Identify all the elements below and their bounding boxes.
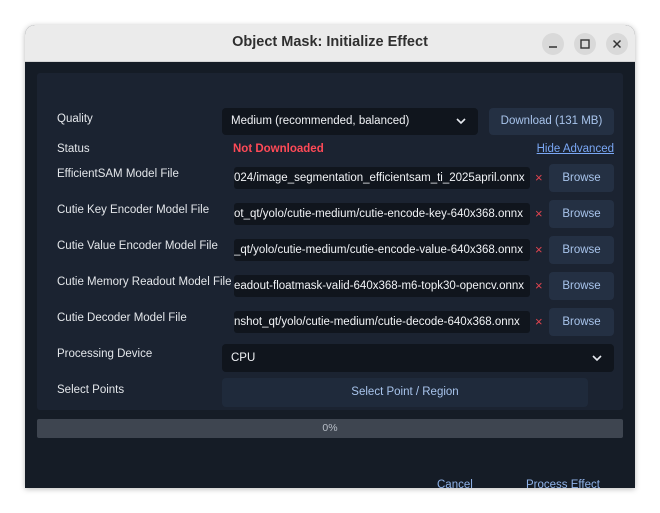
processing-device-selected-value: CPU [231,352,256,364]
chevron-down-icon [456,118,466,125]
value-encoder-clear-icon[interactable]: × [535,242,543,257]
key-encoder-label: Cutie Key Encoder Model File [57,204,210,216]
status-label: Status [57,143,90,155]
hide-advanced-link[interactable]: Hide Advanced [537,143,614,155]
decoder-path-field[interactable]: nshot_qt/yolo/cutie-medium/cutie-decode-… [234,311,530,333]
decoder-browse-button[interactable]: Browse [549,308,614,336]
progress-text: 0% [322,422,338,434]
close-button[interactable] [606,33,628,55]
download-button[interactable]: Download (131 MB) [489,108,614,135]
maximize-button[interactable] [574,33,596,55]
close-icon [612,39,622,49]
efficientsam-clear-icon[interactable]: × [535,170,543,185]
quality-select[interactable]: Medium (recommended, balanced) [222,108,478,135]
status-value: Not Downloaded [233,143,324,155]
select-point-region-button[interactable]: Select Point / Region [222,378,588,407]
dialog-content: Quality Medium (recommended, balanced) D… [25,62,635,488]
memory-readout-browse-button[interactable]: Browse [549,272,614,300]
value-encoder-browse-button[interactable]: Browse [549,236,614,264]
cancel-button[interactable]: Cancel [437,479,473,488]
efficientsam-browse-button[interactable]: Browse [549,164,614,192]
maximize-icon [580,39,590,49]
value-encoder-path-field[interactable]: _qt/yolo/cutie-medium/cutie-encode-value… [234,239,530,261]
quality-label: Quality [57,113,93,125]
memory-readout-path-field[interactable]: eadout-floatmask-valid-640x368-m6-topk30… [234,275,530,297]
title-bar: Object Mask: Initialize Effect [25,25,635,62]
settings-panel: Quality Medium (recommended, balanced) D… [37,73,623,410]
processing-device-select[interactable]: CPU [222,344,614,372]
decoder-clear-icon[interactable]: × [535,314,543,329]
processing-device-label: Processing Device [57,348,153,360]
efficientsam-path-field[interactable]: 024/image_segmentation_efficientsam_ti_2… [234,167,530,189]
minimize-button[interactable] [542,33,564,55]
process-effect-button[interactable]: Process Effect [526,479,600,488]
quality-selected-value: Medium (recommended, balanced) [231,115,410,127]
dialog-window: Object Mask: Initialize Effect Quality M… [25,25,635,488]
memory-readout-label: Cutie Memory Readout Model File [57,276,232,288]
efficientsam-label: EfficientSAM Model File [57,168,179,180]
minimize-icon [549,46,557,48]
key-encoder-path-field[interactable]: ot_qt/yolo/cutie-medium/cutie-encode-key… [234,203,530,225]
memory-readout-clear-icon[interactable]: × [535,278,543,293]
key-encoder-clear-icon[interactable]: × [535,206,543,221]
decoder-label: Cutie Decoder Model File [57,312,187,324]
chevron-down-icon [592,355,602,362]
key-encoder-browse-button[interactable]: Browse [549,200,614,228]
value-encoder-label: Cutie Value Encoder Model File [57,240,218,252]
progress-bar: 0% [37,419,623,438]
select-points-label: Select Points [57,384,125,396]
